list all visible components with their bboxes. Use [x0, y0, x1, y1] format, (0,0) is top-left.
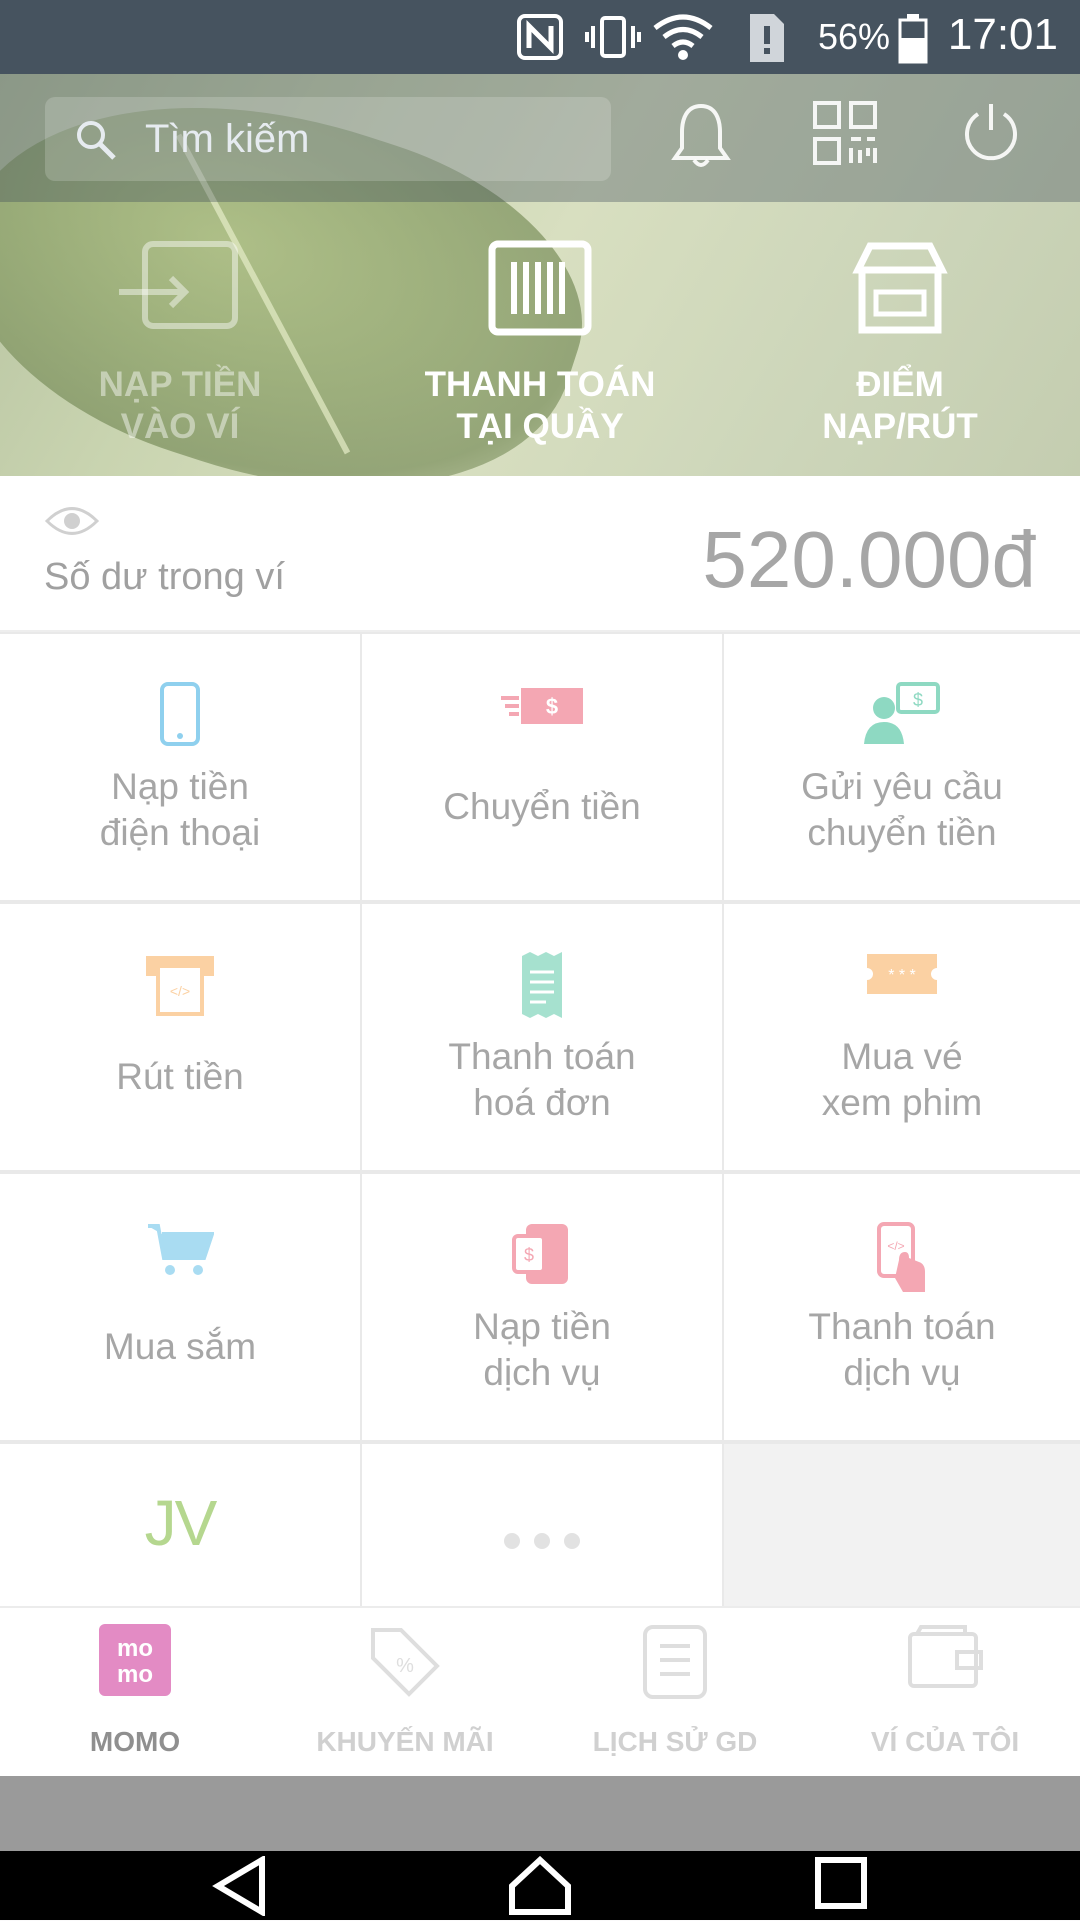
quick-action-topup-wallet[interactable]: NẠP TIỀN VÀO VÍ: [30, 240, 330, 448]
service-label: Gửi yêu cầu: [801, 766, 1003, 807]
svg-text:* * *: * * *: [888, 967, 916, 984]
barcode-icon: [390, 240, 690, 346]
service-label: Mua sắm: [103, 1326, 257, 1367]
search-icon: [73, 117, 119, 168]
balance-label: Số dư trong ví: [44, 556, 285, 598]
status-bar: 56% 17:01: [0, 0, 1080, 74]
promo-tag-icon: %: [367, 1624, 443, 1705]
service-label-2: dịch vụ: [483, 1352, 601, 1393]
svg-text:%: %: [396, 1655, 414, 1677]
svg-text:$: $: [524, 1245, 534, 1265]
jv-logo: JV: [144, 1487, 218, 1559]
nfc-icon: [515, 12, 565, 67]
wallet-balance: Số dư trong ví 520.000đ: [0, 476, 1080, 632]
service-label: Thanh toán: [448, 1036, 636, 1077]
bell-icon[interactable]: [670, 100, 732, 177]
service-topup-icon: $: [512, 1222, 572, 1297]
service-label: Thanh toán: [808, 1306, 996, 1347]
service-label-2: dịch vụ: [843, 1352, 961, 1393]
store-icon: [750, 240, 1050, 346]
nav-label: KHUYẾN MÃI: [316, 1726, 494, 1757]
ticket-icon: * * *: [865, 952, 939, 1007]
service-label-2: điện thoại: [99, 812, 261, 853]
quick-action-pay-at-counter[interactable]: THANH TOÁN TẠI QUẦY: [390, 240, 690, 448]
nav-label: VÍ CỦA TÔI: [870, 1726, 1020, 1757]
service-movie-ticket[interactable]: * * * Mua vé xem phim: [724, 904, 1080, 1170]
empty-cell: [724, 1444, 1080, 1606]
more-dots-icon: [502, 1516, 582, 1562]
svg-text:$: $: [913, 690, 923, 710]
quick-action-label: THANH TOÁN TẠI QUẦY: [424, 365, 656, 446]
history-icon: [642, 1624, 708, 1705]
recents-icon[interactable]: [814, 1856, 868, 1915]
home-icon[interactable]: [508, 1855, 572, 1921]
service-label: Nạp tiền: [111, 766, 249, 807]
wifi-icon: [652, 12, 714, 67]
quick-action-deposit-withdraw-points[interactable]: ĐIỂM NẠP/RÚT: [750, 240, 1050, 448]
service-grid: Nạp tiền điện thoại $ Chuyển tiền $ Gửi …: [0, 632, 1080, 1606]
request-money-icon: $: [862, 682, 942, 757]
momo-logo-icon: mo mo: [99, 1624, 171, 1701]
service-phone-topup[interactable]: Nạp tiền điện thoại: [0, 634, 360, 900]
service-label-2: xem phim: [821, 1082, 983, 1123]
nav-label: LỊCH SỬ GD: [592, 1726, 758, 1757]
service-shopping[interactable]: Mua sắm: [0, 1174, 360, 1440]
search-input[interactable]: [143, 111, 583, 167]
service-label: Mua vé: [841, 1036, 963, 1077]
bottom-navigation: mo mo MOMO % KHUYẾN MÃI LỊCH SỬ GD VÍ CỦA…: [0, 1606, 1080, 1776]
service-transfer[interactable]: $ Chuyển tiền: [362, 634, 722, 900]
search-box[interactable]: [45, 97, 611, 181]
nav-label: MOMO: [89, 1726, 181, 1757]
wallet-icon: [907, 1624, 983, 1695]
money-transfer-icon: $: [499, 682, 585, 741]
nav-promotions[interactable]: % KHUYẾN MÃI: [270, 1608, 540, 1778]
svg-text:</>: </>: [887, 1239, 904, 1253]
quick-action-label: NẠP TIỀN VÀO VÍ: [98, 365, 262, 446]
service-payment[interactable]: </> Thanh toán dịch vụ: [724, 1174, 1080, 1440]
more-services-button[interactable]: [362, 1444, 722, 1606]
clock: 17:01: [947, 10, 1058, 59]
eye-icon[interactable]: [44, 504, 100, 543]
nav-history[interactable]: LỊCH SỬ GD: [540, 1608, 810, 1778]
battery-icon: [898, 12, 928, 69]
service-jv[interactable]: JV: [0, 1444, 360, 1606]
svg-text:mo: mo: [117, 1635, 153, 1662]
system-navigation-bar: [0, 1776, 1080, 1920]
battery-percent: 56%: [817, 16, 890, 57]
service-bill-payment[interactable]: Thanh toán hoá đơn: [362, 904, 722, 1170]
svg-text:$: $: [546, 694, 558, 719]
service-label: Chuyển tiền: [443, 786, 641, 827]
service-label: Nạp tiền: [473, 1306, 611, 1347]
nav-my-wallet[interactable]: VÍ CỦA TÔI: [810, 1608, 1080, 1778]
svg-text:</>: </>: [170, 983, 190, 999]
balance-amount: 520.000đ: [702, 515, 1036, 604]
service-request-money[interactable]: $ Gửi yêu cầu chuyển tiền: [724, 634, 1080, 900]
wallet-in-icon: [30, 240, 330, 346]
service-label-2: chuyển tiền: [807, 812, 997, 853]
back-icon[interactable]: [212, 1854, 268, 1921]
service-pay-icon: </>: [877, 1222, 927, 1305]
nav-momo[interactable]: mo mo MOMO: [0, 1608, 270, 1778]
cart-icon: [146, 1222, 215, 1289]
sim-alert-icon: [748, 12, 786, 69]
bill-icon: [518, 952, 566, 1029]
svg-text:mo: mo: [117, 1661, 153, 1688]
phone-icon: [158, 682, 202, 757]
qr-code-icon[interactable]: [812, 100, 878, 171]
vibrate-icon: [585, 12, 641, 67]
quick-action-label: ĐIỂM NẠP/RÚT: [822, 365, 978, 446]
service-withdraw[interactable]: </> Rút tiền: [0, 904, 360, 1170]
atm-withdraw-icon: </>: [144, 952, 216, 1027]
service-label-2: hoá đơn: [473, 1082, 611, 1123]
power-icon[interactable]: [960, 100, 1022, 171]
service-topup[interactable]: $ Nạp tiền dịch vụ: [362, 1174, 722, 1440]
service-label: Rút tiền: [116, 1056, 244, 1097]
overlay-strip: [0, 1776, 1080, 1851]
